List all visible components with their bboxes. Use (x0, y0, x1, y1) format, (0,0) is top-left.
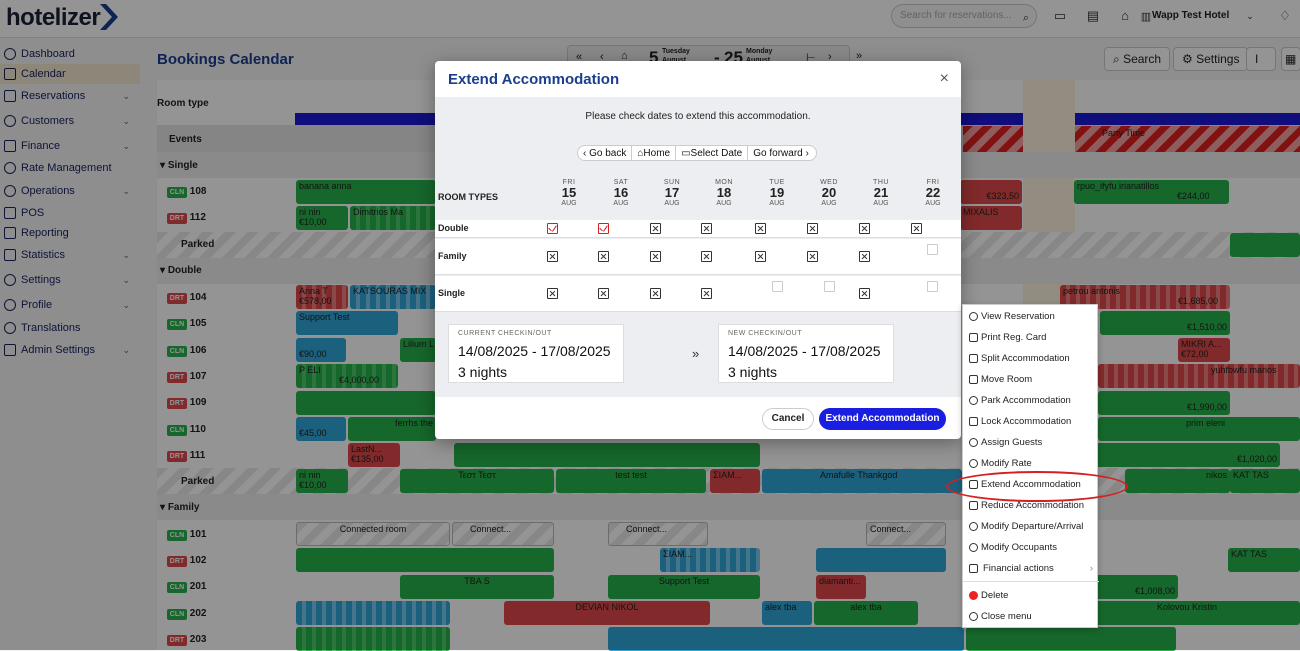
date-unavailable-icon (807, 251, 818, 262)
menu-item-move-room[interactable]: Move Room (963, 369, 1099, 390)
modal-message: Please check dates to extend this accomm… (585, 111, 811, 122)
go-forward-button[interactable]: Go forward › (748, 146, 814, 160)
select-date-button[interactable]: ▭Select Date (676, 146, 749, 160)
date-unavailable-icon (859, 288, 870, 299)
menu-item-close-menu[interactable]: Close menu (963, 606, 1099, 627)
current-checkin-box: CURRENT CHECKIN/OUT 14/08/2025 - 17/08/2… (448, 324, 624, 383)
extend-accommodation-button[interactable]: Extend Accommodation (819, 408, 946, 430)
date-checkbox[interactable] (927, 281, 938, 292)
day-column: SAT 16 AUG (613, 179, 629, 207)
date-checkbox[interactable] (547, 223, 558, 234)
room-types-header: ROOM TYPES (438, 192, 499, 202)
date-unavailable-icon (598, 251, 609, 262)
new-checkin-dates: 14/08/2025 - 17/08/2025 (728, 343, 881, 359)
menu-item-lock-accommodation[interactable]: Lock Accommodation (963, 411, 1099, 432)
chevron-double-right-icon: » (692, 346, 700, 361)
day-column: WED 20 AUG (820, 179, 838, 207)
clock-icon (969, 522, 978, 531)
split-icon (969, 354, 978, 363)
date-nav-group: ‹ Go back ⌂Home ▭Select Date Go forward … (577, 145, 817, 161)
menu-item-split-accommodation[interactable]: Split Accommodation (963, 348, 1099, 369)
date-unavailable-icon (807, 223, 818, 234)
wallet-icon (969, 564, 978, 573)
menu-item-modify-occupants[interactable]: Modify Occupants (963, 537, 1099, 558)
date-checkbox[interactable] (598, 223, 609, 234)
date-checkbox[interactable] (824, 281, 835, 292)
new-checkin-label: NEW CHECKIN/OUT (728, 330, 802, 337)
day-column: FRI 22 AUG (925, 179, 941, 207)
current-checkin-dates: 14/08/2025 - 17/08/2025 (458, 343, 611, 359)
date-unavailable-icon (650, 223, 661, 234)
room-type-row-family: Family (435, 239, 961, 275)
current-nights: 3 nights (458, 364, 508, 380)
date-unavailable-icon (701, 288, 712, 299)
room-type-row-single: Single (435, 276, 961, 312)
delete-icon (969, 591, 978, 600)
calendar-icon: ▭ (681, 148, 691, 159)
menu-item-print-reg-card[interactable]: Print Reg. Card (963, 327, 1099, 348)
menu-item-delete[interactable]: Delete (963, 585, 1099, 606)
date-unavailable-icon (650, 251, 661, 262)
extend-accommodation-modal: Extend Accommodation × Please check date… (435, 61, 961, 439)
chevron-right-icon: › (1089, 563, 1093, 574)
people-icon (969, 543, 978, 552)
close-icon[interactable]: × (940, 70, 949, 88)
date-unavailable-icon (650, 288, 661, 299)
context-menu: View Reservation Print Reg. Card Split A… (962, 304, 1099, 628)
lock-icon (969, 417, 978, 426)
day-column: TUE 19 AUG (769, 179, 785, 207)
day-column: THU 21 AUG (873, 179, 889, 207)
eye-icon (969, 312, 978, 321)
date-checkbox[interactable] (772, 281, 783, 292)
date-checkbox[interactable] (927, 244, 938, 255)
move-icon (969, 375, 978, 384)
close-icon (969, 612, 978, 621)
current-checkin-label: CURRENT CHECKIN/OUT (458, 330, 552, 337)
edit-icon (969, 501, 978, 510)
menu-item-modify-departure-arrival[interactable]: Modify Departure/Arrival (963, 516, 1099, 537)
room-type-row-double: Double (435, 220, 961, 238)
new-nights: 3 nights (728, 364, 778, 380)
date-unavailable-icon (701, 251, 712, 262)
menu-item-assign-guests[interactable]: Assign Guests (963, 432, 1099, 453)
menu-divider (963, 581, 1099, 582)
home-button[interactable]: ⌂Home (632, 146, 677, 160)
date-unavailable-icon (701, 223, 712, 234)
menu-item-park-accommodation[interactable]: Park Accommodation (963, 390, 1099, 411)
date-unavailable-icon (755, 251, 766, 262)
date-unavailable-icon (547, 288, 558, 299)
modal-title: Extend Accommodation (448, 71, 620, 88)
date-unavailable-icon (911, 223, 922, 234)
euro-icon (969, 459, 978, 468)
date-unavailable-icon (859, 223, 870, 234)
day-column: FRI 15 AUG (561, 179, 577, 207)
pin-icon (969, 396, 978, 405)
date-unavailable-icon (755, 223, 766, 234)
cancel-button[interactable]: Cancel (762, 408, 814, 430)
day-column: SUN 17 AUG (663, 179, 681, 207)
day-column: MON 18 AUG (715, 179, 733, 207)
date-unavailable-icon (547, 251, 558, 262)
highlight-annotation (946, 471, 1128, 502)
date-unavailable-icon (598, 288, 609, 299)
menu-item-view-reservation[interactable]: View Reservation (963, 306, 1099, 327)
menu-item-financial-actions[interactable]: Financial actions › (963, 558, 1099, 579)
new-checkin-box: NEW CHECKIN/OUT 14/08/2025 - 17/08/2025 … (718, 324, 894, 383)
printer-icon (969, 333, 978, 342)
date-unavailable-icon (859, 251, 870, 262)
person-icon (969, 438, 978, 447)
go-back-button[interactable]: ‹ Go back (578, 146, 633, 160)
